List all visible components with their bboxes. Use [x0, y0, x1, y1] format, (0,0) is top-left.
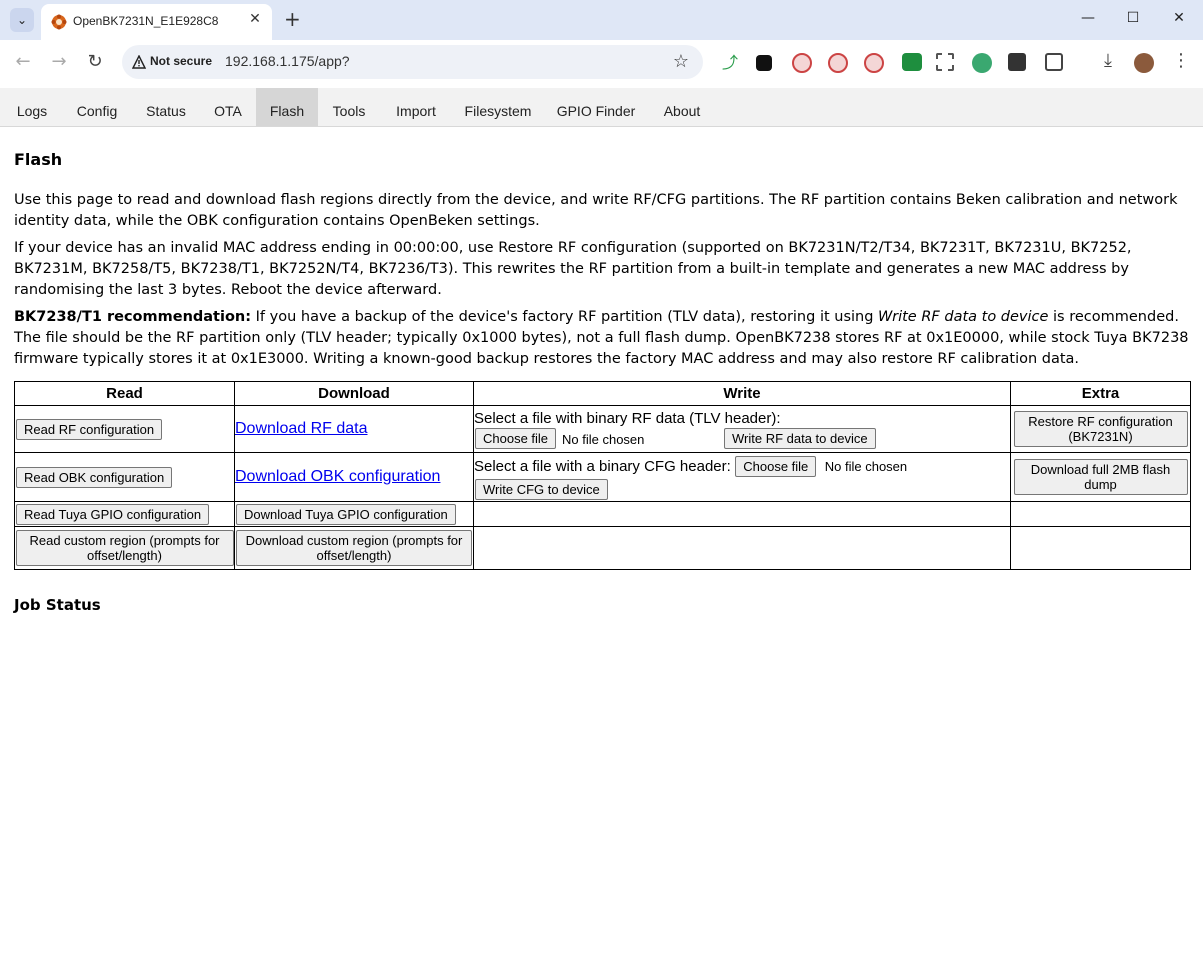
- empty-cell: [473, 501, 1011, 527]
- openbeken-favicon-icon: [51, 14, 67, 30]
- extension-green-circle-icon[interactable]: [972, 53, 992, 73]
- browser-tab[interactable]: OpenBK7231N_E1E928C8 ✕: [41, 4, 272, 40]
- url-text[interactable]: 192.168.1.175/app?: [225, 53, 350, 69]
- table-row: Read OBK configuration Download OBK conf…: [14, 452, 1191, 502]
- app-nav-bar: Logs Config Status OTA Flash Tools Impor…: [0, 88, 1203, 127]
- tab-search-chevron-icon[interactable]: ⌄: [10, 8, 34, 32]
- header-extra: Extra: [1010, 381, 1191, 406]
- intro-paragraph: Use this page to read and download flash…: [14, 192, 1178, 229]
- read-tuya-gpio-button[interactable]: Read Tuya GPIO configuration: [16, 503, 210, 525]
- extension-on-badge-icon[interactable]: [902, 53, 922, 71]
- nav-tab-about[interactable]: About: [654, 88, 710, 126]
- header-read: Read: [14, 381, 235, 406]
- mac-paragraph: If your device has an invalid MAC addres…: [14, 240, 1132, 298]
- maximize-icon[interactable]: ☐: [1123, 10, 1143, 26]
- extension-leaf-icon[interactable]: ⤴: [720, 53, 740, 73]
- table-row: Read custom region (prompts for offset/l…: [14, 526, 1191, 570]
- restore-rf-button[interactable]: Restore RF configuration (BK7231N): [1013, 411, 1188, 447]
- new-tab-plus-icon[interactable]: +: [284, 8, 301, 30]
- extension-square-icon[interactable]: [756, 55, 772, 71]
- security-label[interactable]: Not secure: [150, 54, 212, 68]
- extension-ls-icon[interactable]: [1008, 53, 1026, 71]
- bk7238-heading: BK7238/T1 recommendation:: [14, 309, 252, 325]
- empty-cell: [1010, 526, 1191, 570]
- read-obk-button[interactable]: Read OBK configuration: [16, 466, 173, 488]
- write-cfg-label: Select a file with a binary CFG header:: [474, 458, 731, 475]
- read-custom-region-button[interactable]: Read custom region (prompts for offset/l…: [15, 530, 234, 566]
- nav-tab-import[interactable]: Import: [386, 88, 446, 126]
- download-rf-link[interactable]: Download RF data: [235, 420, 368, 437]
- extensions-puzzle-icon[interactable]: [1045, 53, 1063, 71]
- download-tuya-gpio-button[interactable]: Download Tuya GPIO configuration: [236, 503, 456, 525]
- page-title: Flash: [14, 150, 63, 169]
- empty-cell: [473, 526, 1011, 570]
- reload-icon[interactable]: ↻: [84, 52, 106, 72]
- header-download: Download: [234, 381, 474, 406]
- extension-red-circle-icon[interactable]: [792, 53, 812, 73]
- warning-triangle-icon: [132, 55, 146, 69]
- bk7238-text-a: If you have a backup of the device's fac…: [251, 309, 879, 325]
- extension-red-circle-icon[interactable]: [828, 53, 848, 73]
- nav-tab-flash[interactable]: Flash: [256, 88, 318, 126]
- table-row: Read Tuya GPIO configuration Download Tu…: [14, 501, 1191, 527]
- header-write: Write: [473, 381, 1011, 406]
- flash-table: Read Download Write Extra Read RF config…: [14, 381, 1191, 570]
- download-custom-region-button[interactable]: Download custom region (prompts for offs…: [236, 530, 472, 566]
- download-icon[interactable]: ⤓: [1097, 51, 1119, 71]
- forward-arrow-icon[interactable]: →: [48, 52, 70, 72]
- table-row: Read RF configuration Download RF data S…: [14, 405, 1191, 453]
- profile-avatar[interactable]: [1134, 53, 1154, 73]
- nav-tab-ota[interactable]: OTA: [205, 88, 251, 126]
- nav-tab-config[interactable]: Config: [67, 88, 127, 126]
- cfg-choose-file-button[interactable]: Choose file: [735, 456, 817, 477]
- address-bar[interactable]: Not secure 192.168.1.175/app? ☆: [122, 45, 703, 79]
- empty-cell: [1010, 501, 1191, 527]
- nav-tab-status[interactable]: Status: [138, 88, 194, 126]
- bookmark-star-icon[interactable]: ☆: [673, 51, 689, 72]
- write-rf-label: Select a file with binary RF data (TLV h…: [474, 410, 781, 427]
- back-arrow-icon[interactable]: ←: [12, 52, 34, 72]
- window-close-icon[interactable]: ✕: [1169, 10, 1189, 26]
- browser-tab-bar: ⌄ OpenBK7231N_E1E928C8 ✕ + — ☐ ✕: [0, 0, 1203, 40]
- tab-title: OpenBK7231N_E1E928C8: [73, 14, 219, 28]
- table-header-row: Read Download Write Extra: [14, 381, 1191, 406]
- nav-tab-logs[interactable]: Logs: [8, 88, 56, 126]
- extension-capture-icon[interactable]: [936, 53, 954, 71]
- cfg-no-file-text: No file chosen: [824, 459, 908, 474]
- nav-tab-filesystem[interactable]: Filesystem: [458, 88, 538, 126]
- download-full-dump-button[interactable]: Download full 2MB flash dump: [1013, 459, 1188, 495]
- bk7238-italic: Write RF data to device: [878, 309, 1049, 325]
- job-status-heading: Job Status: [14, 596, 101, 614]
- read-rf-button[interactable]: Read RF configuration: [16, 418, 163, 440]
- more-menu-icon[interactable]: ⋮: [1170, 51, 1192, 71]
- nav-tab-tools[interactable]: Tools: [323, 88, 375, 126]
- bk7238-paragraph: BK7238/T1 recommendation: If you have a …: [14, 307, 1190, 370]
- write-cfg-button[interactable]: Write CFG to device: [475, 479, 608, 500]
- rf-no-file-text: No file chosen: [562, 432, 645, 447]
- write-rf-button[interactable]: Write RF data to device: [724, 428, 876, 449]
- extension-red-circle-icon[interactable]: [864, 53, 884, 73]
- browser-toolbar: ← → ↻ Not secure 192.168.1.175/app? ☆ ⤴ …: [0, 40, 1203, 86]
- minimize-icon[interactable]: —: [1078, 10, 1098, 26]
- download-obk-link[interactable]: Download OBK configuration: [235, 468, 440, 485]
- rf-choose-file-button[interactable]: Choose file: [475, 428, 557, 449]
- tab-close-icon[interactable]: ✕: [246, 11, 264, 27]
- nav-tab-gpio-finder[interactable]: GPIO Finder: [550, 88, 642, 126]
